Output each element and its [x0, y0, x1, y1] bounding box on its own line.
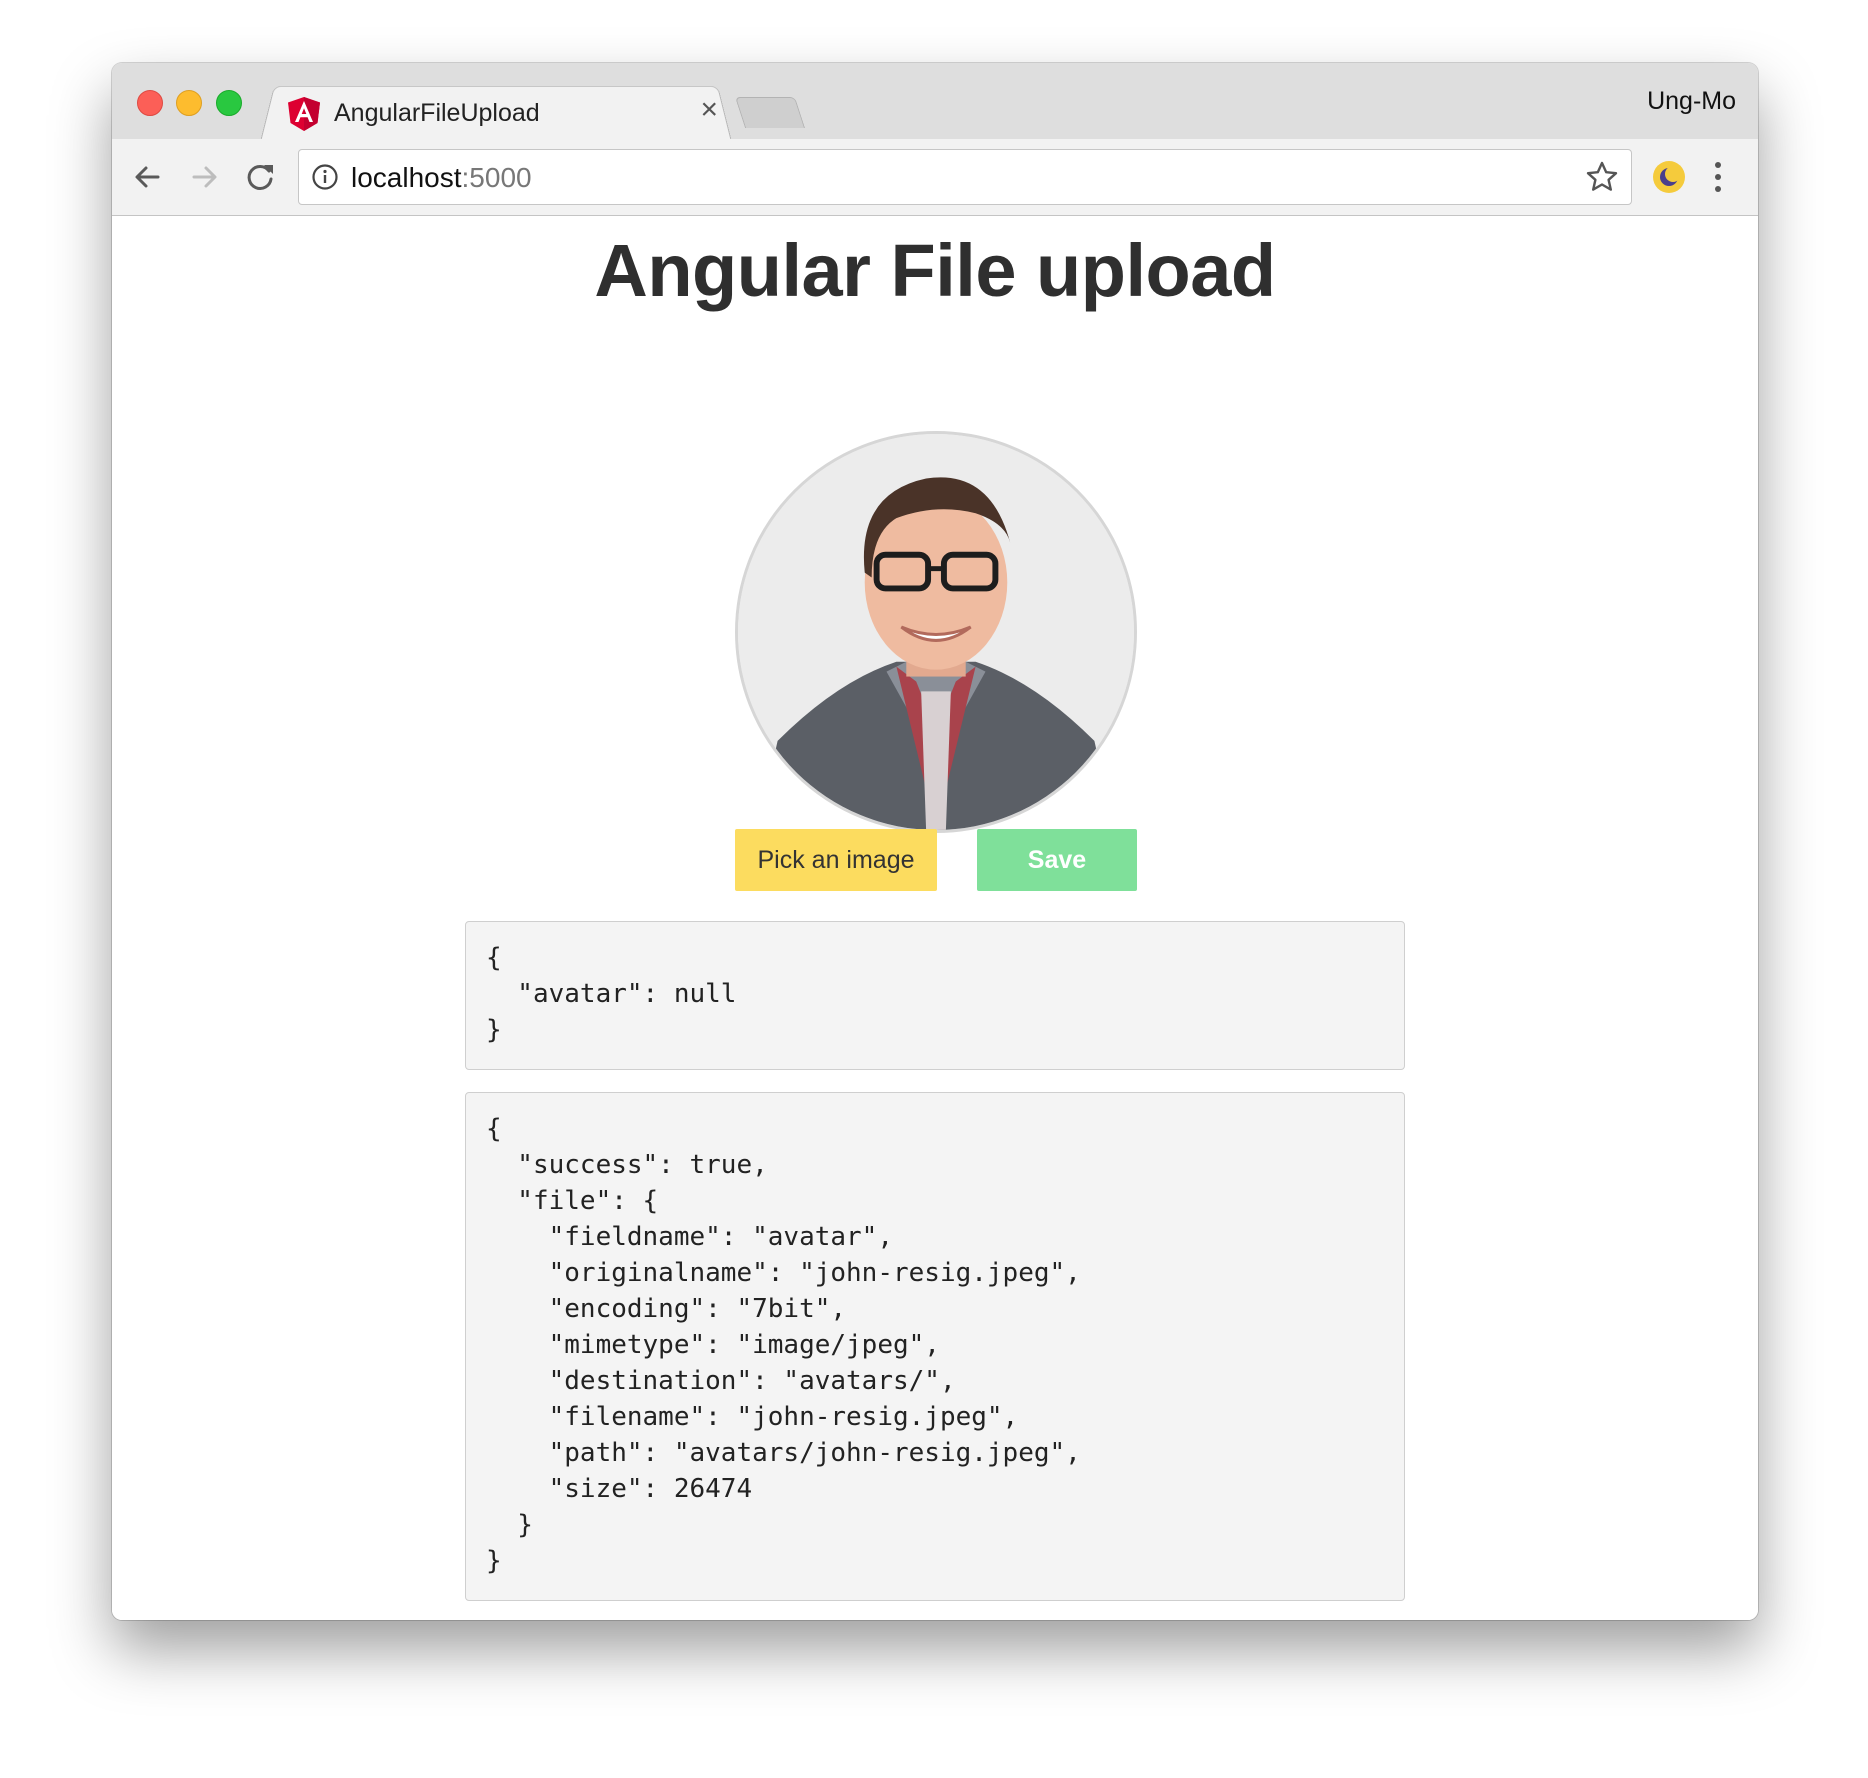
- arrow-right-icon[interactable]: [182, 155, 226, 199]
- tab-close-icon[interactable]: ×: [700, 95, 718, 125]
- form-value-json: { "avatar": null }: [465, 921, 1405, 1070]
- upload-response-json: { "success": true, "file": { "fieldname"…: [465, 1092, 1405, 1601]
- star-icon[interactable]: [1585, 160, 1619, 194]
- arrow-left-icon[interactable]: [126, 155, 170, 199]
- browser-toolbar: localhost:5000: [112, 139, 1758, 216]
- maximize-window-button[interactable]: [216, 90, 242, 116]
- pick-image-button[interactable]: Pick an image: [735, 829, 937, 891]
- url-host: localhost: [351, 162, 462, 193]
- profile-name[interactable]: Ung-Mo: [1647, 87, 1736, 116]
- angular-logo-icon: [288, 97, 320, 131]
- kebab-menu-icon[interactable]: [1706, 157, 1730, 197]
- url-port: :5000: [461, 162, 532, 193]
- info-icon[interactable]: [311, 163, 339, 191]
- tab-title: AngularFileUpload: [334, 99, 540, 127]
- title-bar: AngularFileUpload × Ung-Mo: [112, 63, 1758, 142]
- close-window-button[interactable]: [137, 90, 163, 116]
- new-tab-button[interactable]: [734, 97, 806, 128]
- active-tab-content[interactable]: AngularFileUpload ×: [288, 89, 718, 139]
- url-text[interactable]: localhost:5000: [351, 162, 532, 194]
- save-button[interactable]: Save: [977, 829, 1137, 891]
- page-content: Angular File upload Pick an image Save {…: [112, 216, 1758, 1620]
- address-bar[interactable]: localhost:5000: [298, 149, 1632, 205]
- page-title: Angular File upload: [594, 229, 1276, 312]
- avatar-preview: [735, 431, 1137, 833]
- minimize-window-button[interactable]: [176, 90, 202, 116]
- browser-window: AngularFileUpload × Ung-Mo localhost:500…: [112, 63, 1758, 1620]
- moon-extension-icon[interactable]: [1652, 160, 1686, 194]
- reload-icon[interactable]: [238, 155, 282, 199]
